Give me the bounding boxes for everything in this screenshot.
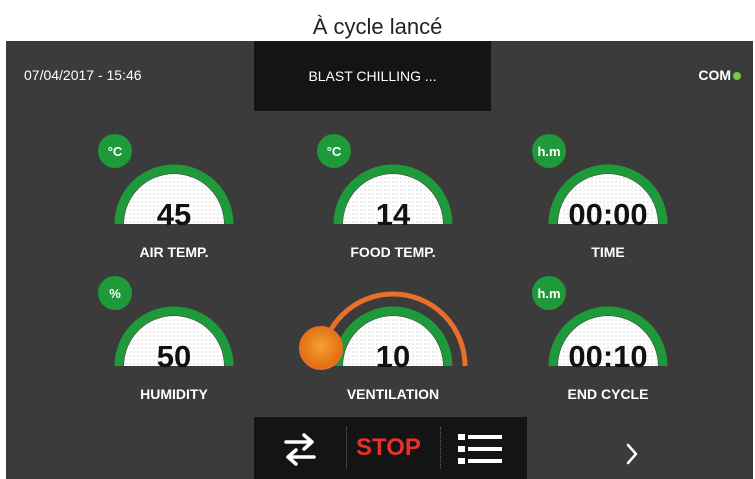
control-panel-screen: 07/04/2017 - 15:46 BLAST CHILLING ... CO… bbox=[6, 41, 753, 479]
gauge-ventilation[interactable]: 10 VENTILATION bbox=[283, 246, 503, 402]
com-status-dot-icon bbox=[733, 72, 741, 81]
cycle-title-text: BLAST CHILLING ... bbox=[308, 68, 437, 84]
list-menu-icon[interactable] bbox=[458, 433, 504, 465]
gauge-value: 14 bbox=[375, 197, 411, 232]
gauge-value: 45 bbox=[156, 197, 192, 232]
gauge-air-temp[interactable]: 45 AIR TEMP. °C bbox=[64, 104, 284, 260]
page-caption: À cycle lancé bbox=[312, 14, 443, 39]
toolbar-divider bbox=[346, 427, 347, 469]
chevron-right-icon[interactable] bbox=[624, 441, 640, 467]
gauge-value: 00:00 bbox=[568, 197, 648, 232]
swap-arrows-icon[interactable] bbox=[280, 431, 320, 467]
gauge-label: VENTILATION bbox=[346, 386, 440, 402]
toolbar-divider bbox=[440, 427, 441, 469]
slider-knob-icon[interactable] bbox=[297, 324, 345, 372]
cycle-title: BLAST CHILLING ... bbox=[254, 41, 491, 111]
gauge-food-temp[interactable]: 14 FOOD TEMP. °C bbox=[283, 104, 503, 260]
stop-button[interactable]: STOP bbox=[356, 434, 421, 462]
unit-badge: h.m bbox=[532, 134, 566, 168]
unit-badge: h.m bbox=[532, 276, 566, 310]
unit-badge: °C bbox=[98, 134, 132, 168]
com-status: COM bbox=[698, 67, 741, 83]
unit-badge: °C bbox=[317, 134, 351, 168]
gauge-time[interactable]: 00:00 TIME h.m bbox=[498, 104, 718, 260]
gauge-humidity[interactable]: 50 HUMIDITY % bbox=[64, 246, 284, 402]
unit-badge: % bbox=[98, 276, 132, 310]
gauge-value: 00:10 bbox=[568, 339, 648, 374]
gauge-value: 50 bbox=[156, 339, 192, 374]
com-label: COM bbox=[698, 67, 731, 83]
bottom-toolbar: STOP bbox=[254, 417, 527, 479]
gauge-label: END CYCLE bbox=[567, 386, 649, 402]
gauge-label: HUMIDITY bbox=[140, 386, 208, 402]
datetime-display: 07/04/2017 - 15:46 bbox=[24, 67, 142, 83]
gauge-end-cycle[interactable]: 00:10 END CYCLE h.m bbox=[498, 246, 718, 402]
